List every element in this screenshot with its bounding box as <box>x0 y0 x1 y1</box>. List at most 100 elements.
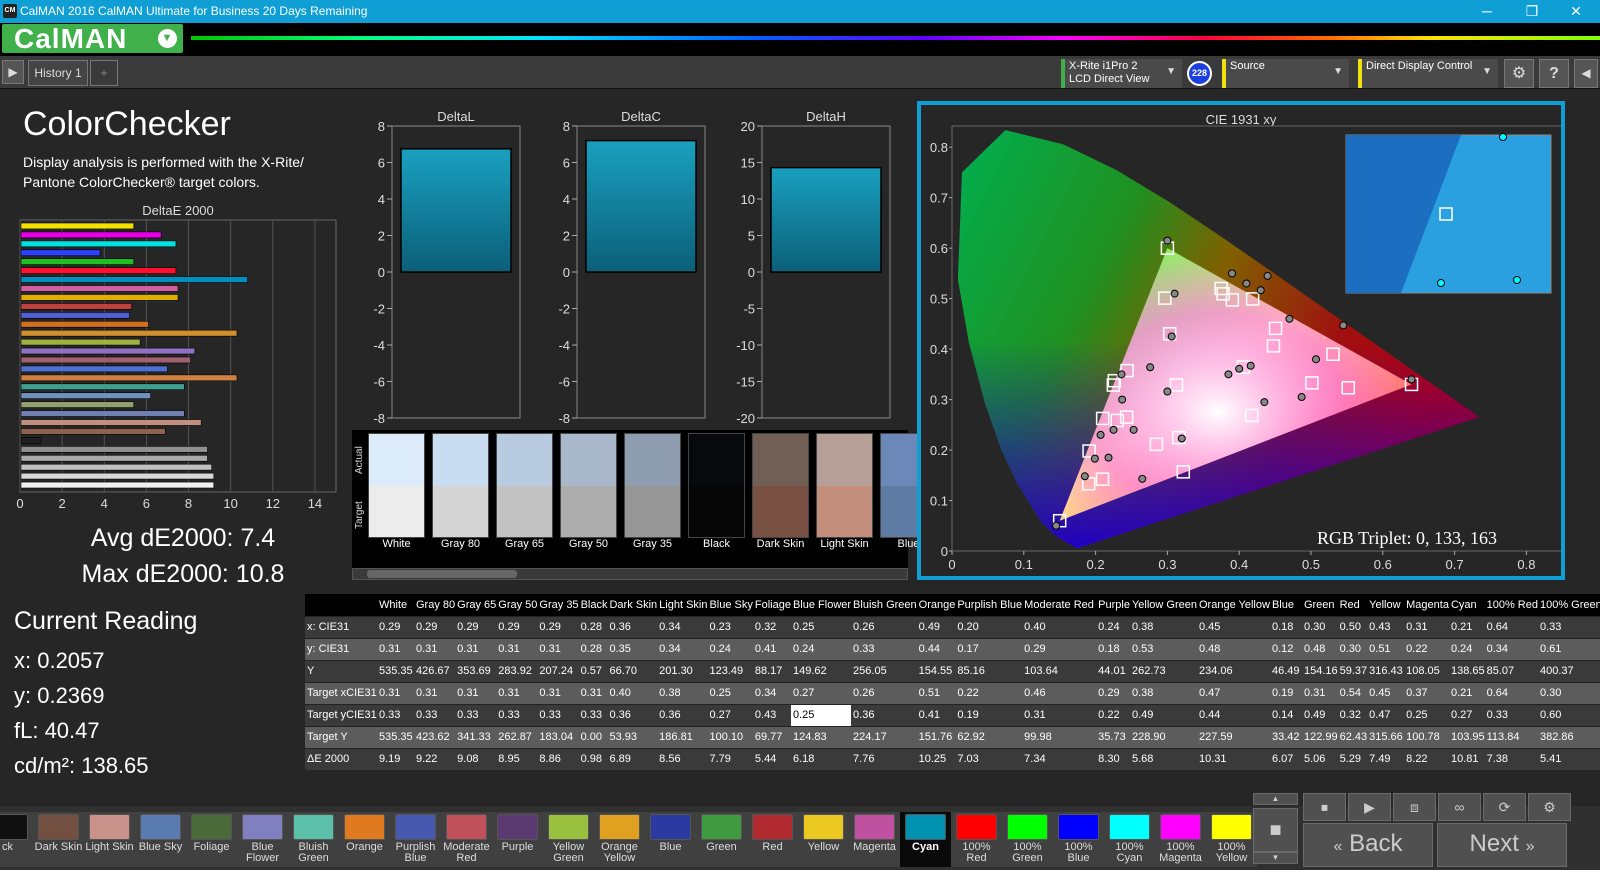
maximize-button[interactable]: ❐ <box>1510 1 1554 21</box>
swatch-white[interactable] <box>368 433 425 538</box>
scrollbar-thumb[interactable] <box>367 570 517 578</box>
patch-moderate-red[interactable]: Moderate Red <box>441 812 492 867</box>
table-cell[interactable]: 0.12 <box>1269 637 1302 660</box>
column-header[interactable]: White <box>377 594 414 616</box>
table-cell[interactable]: 0.31 <box>537 681 579 704</box>
table-cell[interactable]: 0.22 <box>1096 703 1130 726</box>
table-cell[interactable]: 103.64 <box>1022 659 1097 682</box>
table-cell[interactable]: 0.22 <box>955 681 1023 704</box>
table-cell[interactable]: 10.25 <box>916 747 956 770</box>
table-cell[interactable]: 0.30 <box>1537 681 1600 704</box>
table-cell[interactable]: 0.29 <box>1022 637 1097 660</box>
table-cell[interactable]: 35.73 <box>1096 725 1130 748</box>
column-header[interactable]: Blue Flower <box>790 594 852 616</box>
table-cell[interactable]: 6.89 <box>607 747 658 770</box>
table-cell[interactable]: 0.37 <box>1404 681 1449 704</box>
table-cell[interactable]: 138.65 <box>1448 659 1485 682</box>
column-header[interactable] <box>305 594 377 616</box>
table-cell[interactable]: 7.49 <box>1367 747 1405 770</box>
table-cell[interactable]: 0.40 <box>1022 615 1097 638</box>
column-header[interactable]: Purple <box>1096 594 1130 616</box>
table-cell[interactable]: 0.30 <box>1301 615 1338 638</box>
table-cell[interactable]: 0.31 <box>1404 615 1449 638</box>
table-cell[interactable]: 6.07 <box>1269 747 1302 770</box>
table-cell[interactable]: 256.05 <box>851 659 917 682</box>
patch-cyan[interactable]: Cyan <box>900 812 951 867</box>
table-cell[interactable]: 62.92 <box>955 725 1023 748</box>
patch-100-magenta[interactable]: 100% Magenta <box>1155 812 1206 867</box>
table-cell[interactable]: 0.36 <box>657 703 708 726</box>
patch-purplish-blue[interactable]: Purplish Blue <box>390 812 441 867</box>
table-cell[interactable]: 0.64 <box>1484 615 1538 638</box>
column-header[interactable]: Yellow <box>1367 594 1405 616</box>
table-cell[interactable]: 44.01 <box>1096 659 1130 682</box>
table-cell[interactable]: 0.29 <box>377 615 414 638</box>
column-header[interactable]: Orange <box>916 594 956 616</box>
play-icon[interactable]: ▶ <box>2 60 24 84</box>
table-cell[interactable]: 113.84 <box>1484 725 1538 748</box>
table-cell[interactable]: 0.45 <box>1367 681 1405 704</box>
table-cell[interactable]: 0.00 <box>578 725 608 748</box>
table-cell[interactable]: 0.26 <box>851 681 917 704</box>
table-cell[interactable]: 0.33 <box>496 703 538 726</box>
table-cell[interactable]: 283.92 <box>496 659 538 682</box>
table-cell[interactable]: 0.38 <box>1129 681 1197 704</box>
patch-dark-skin[interactable]: Dark Skin <box>33 812 84 867</box>
column-header[interactable]: Blue Sky <box>707 594 753 616</box>
column-header[interactable]: 100% Red <box>1484 594 1538 616</box>
swatch-dark-skin[interactable] <box>752 433 809 538</box>
row-header[interactable]: x: CIE31 <box>305 615 377 638</box>
swatch-scrollbar[interactable] <box>352 568 908 580</box>
patch-magenta[interactable]: Magenta <box>849 812 900 867</box>
table-cell[interactable]: 0.53 <box>1129 637 1197 660</box>
table-cell[interactable]: 0.24 <box>1096 615 1130 638</box>
table-cell[interactable]: 124.83 <box>790 725 852 748</box>
patch-100-cyan[interactable]: 100% Cyan <box>1104 812 1155 867</box>
table-cell[interactable]: 62.43 <box>1337 725 1368 748</box>
table-cell[interactable]: 315.66 <box>1367 725 1405 748</box>
table-cell[interactable]: 5.06 <box>1301 747 1338 770</box>
table-cell[interactable]: 423.62 <box>414 725 456 748</box>
table-cell[interactable]: 9.22 <box>414 747 456 770</box>
table-cell[interactable]: 0.31 <box>1301 681 1338 704</box>
table-cell[interactable]: 0.18 <box>1096 637 1130 660</box>
patch-orange-yellow[interactable]: Orange Yellow <box>594 812 645 867</box>
table-cell[interactable]: 0.25 <box>790 703 852 726</box>
next-button[interactable]: Next » <box>1437 823 1567 867</box>
table-cell[interactable]: 0.29 <box>455 615 497 638</box>
patch-100-blue[interactable]: 100% Blue <box>1053 812 1104 867</box>
table-cell[interactable]: 426.67 <box>414 659 456 682</box>
column-header[interactable]: Gray 65 <box>455 594 497 616</box>
patch-light-skin[interactable]: Light Skin <box>84 812 135 867</box>
table-cell[interactable]: 8.86 <box>537 747 579 770</box>
table-cell[interactable]: 0.27 <box>790 681 852 704</box>
table-cell[interactable]: 5.41 <box>1537 747 1600 770</box>
table-cell[interactable]: 0.47 <box>1367 703 1405 726</box>
table-cell[interactable]: 0.14 <box>1269 703 1302 726</box>
down-arrow-icon[interactable]: ▼ <box>1253 852 1298 864</box>
table-cell[interactable]: 8.95 <box>496 747 538 770</box>
settings-button[interactable]: ⚙ <box>1504 59 1534 88</box>
collapse-arrow-icon[interactable]: ◀ <box>1574 59 1598 88</box>
table-cell[interactable]: 53.93 <box>607 725 658 748</box>
table-cell[interactable]: 186.81 <box>657 725 708 748</box>
table-cell[interactable]: 0.31 <box>496 681 538 704</box>
patch-orange[interactable]: Orange <box>339 812 390 867</box>
table-cell[interactable]: 0.49 <box>916 615 956 638</box>
patch-ck[interactable]: ck <box>0 812 33 867</box>
swatch-gray-65[interactable] <box>496 433 553 538</box>
refresh-icon[interactable]: ⟳ <box>1483 793 1526 821</box>
table-cell[interactable]: 0.25 <box>790 615 852 638</box>
table-cell[interactable]: 0.29 <box>537 615 579 638</box>
column-header[interactable]: Moderate Red <box>1022 594 1097 616</box>
table-cell[interactable]: 0.31 <box>414 681 456 704</box>
table-cell[interactable]: 0.33 <box>578 703 608 726</box>
column-header[interactable]: 100% Green <box>1537 594 1600 616</box>
table-cell[interactable]: 151.76 <box>916 725 956 748</box>
table-cell[interactable]: 33.42 <box>1269 725 1302 748</box>
row-header[interactable]: Target Y <box>305 725 377 748</box>
table-cell[interactable]: 0.51 <box>1367 637 1405 660</box>
table-cell[interactable]: 122.99 <box>1301 725 1338 748</box>
table-cell[interactable]: 0.33 <box>414 703 456 726</box>
swatch-gray-80[interactable] <box>432 433 489 538</box>
